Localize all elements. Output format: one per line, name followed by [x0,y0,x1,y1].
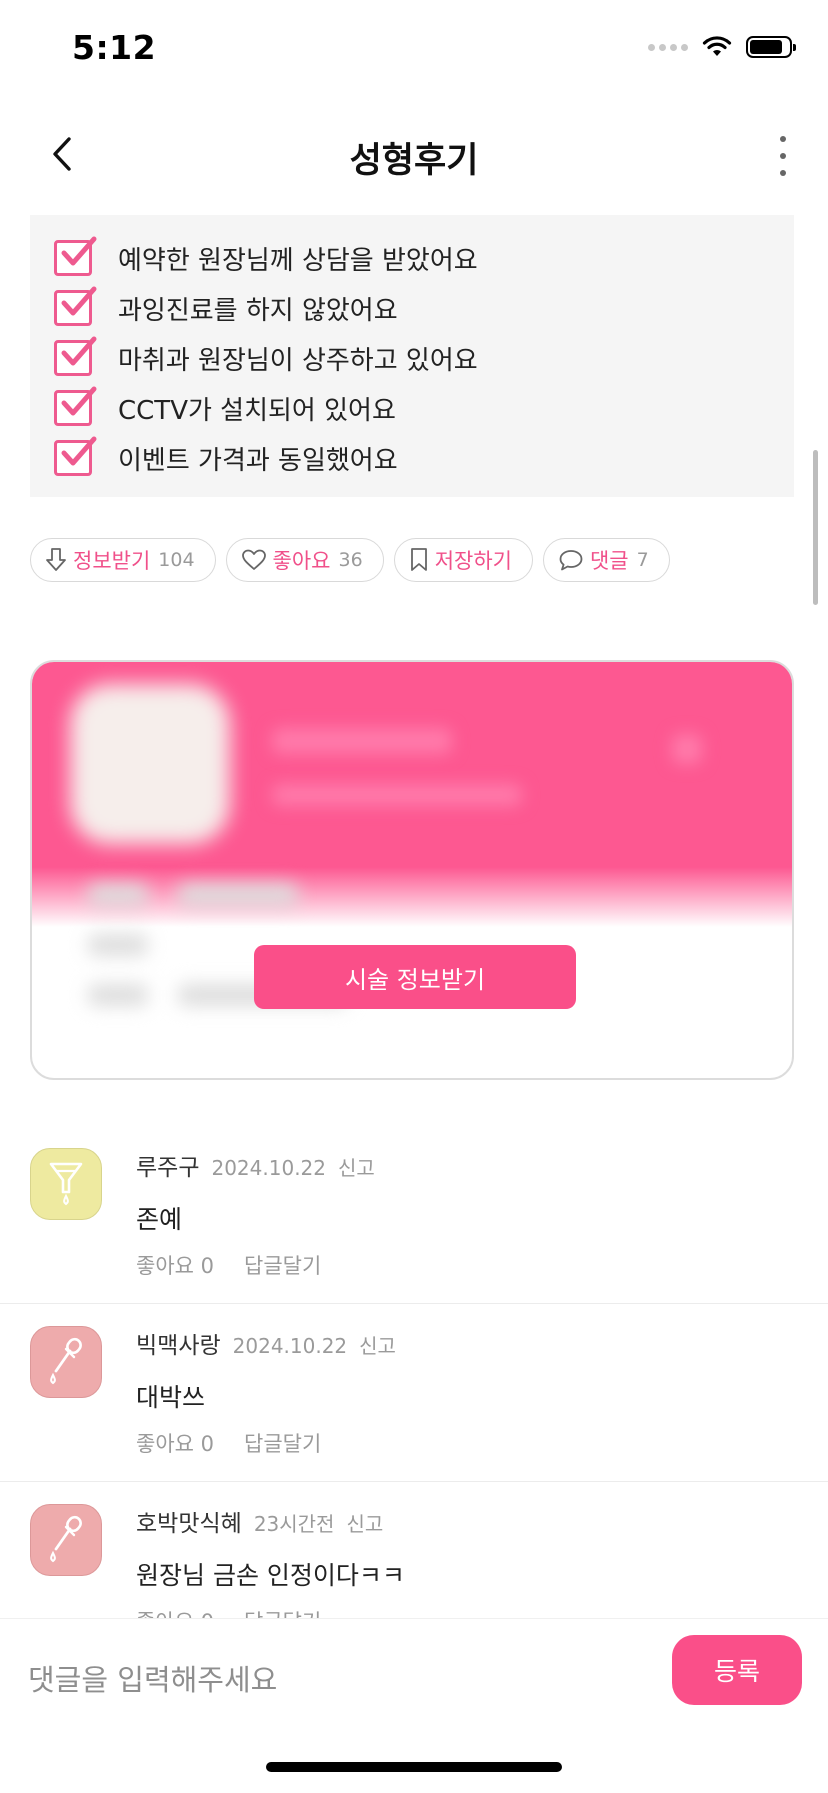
top-nav: 성형후기 [0,110,828,200]
download-icon [46,548,66,571]
commenter-avatar[interactable] [30,1148,102,1220]
page-title: 성형후기 [349,141,479,181]
comment-like-button[interactable]: 좋아요 0 [136,1254,214,1278]
checkbox-checked-icon [54,236,97,276]
comment-author[interactable]: 루주구 [136,1148,199,1182]
checklist-item: 예약한 원장님께 상담을 받았어요 [54,233,794,283]
review-checklist: 예약한 원장님께 상담을 받았어요 과잉진료를 하지 않았어요 마취과 원장님이… [30,215,794,497]
comment-actions: 좋아요 0 답글달기 [136,1428,321,1458]
checklist-item: 이벤트 가격과 동일했어요 [54,433,794,483]
info-request-count: 104 [158,549,195,571]
submit-comment-button[interactable]: 등록 [672,1635,802,1705]
status-icons [648,36,796,58]
more-options-button[interactable] [768,134,798,178]
info-request-label: 정보받기 [73,549,151,573]
blurred-text [88,934,148,956]
checkbox-checked-icon [54,436,97,476]
procedure-promo-card: 시술 정보받기 [30,660,794,1080]
comment-text: 원장님 금손 인정이다ㅋㅋ [136,1561,405,1590]
save-chip[interactable]: 저장하기 [393,538,533,582]
comment-chip[interactable]: 댓글 7 [542,538,670,582]
checkbox-checked-icon [54,286,97,326]
checklist-item: 마취과 원장님이 상주하고 있어요 [54,333,794,383]
checklist-label: 마취과 원장님이 상주하고 있어요 [118,345,478,376]
commenter-avatar[interactable] [30,1504,102,1576]
like-count: 36 [338,549,363,571]
more-dot-icon [780,170,786,176]
more-dot-icon [780,153,786,159]
wifi-icon [702,36,732,56]
comment-text: 대박쓰 [136,1383,206,1412]
funnel-icon [49,1162,83,1206]
checkbox-checked-icon [54,336,97,376]
scrollbar[interactable] [813,450,818,605]
dropper-icon [50,1515,82,1563]
home-indicator[interactable] [266,1762,562,1772]
like-chip[interactable]: 좋아요 36 [225,538,384,582]
comment-meta: 루주구 2024.10.22 신고 [136,1148,375,1182]
report-link[interactable]: 신고 [338,1152,375,1181]
report-link[interactable]: 신고 [346,1508,383,1537]
comment-date: 2024.10.22 [232,1334,348,1358]
speech-bubble-icon [559,550,583,571]
status-bar: 5:12 [0,0,828,100]
comment-date: 2024.10.22 [211,1156,326,1180]
comment-meta: 호박맛식혜 23시간전 신고 [136,1504,383,1538]
comment-item: 빅맥사랑 2024.10.22 신고 대박쓰 좋아요 0 답글달기 [0,1326,828,1482]
comment-date: 23시간전 [253,1512,335,1536]
blurred-text [88,984,148,1006]
comment-author[interactable]: 빅맥사랑 [136,1326,221,1360]
like-label: 좋아요 [272,549,331,573]
cellular-signal-icon [648,43,688,51]
blurred-text [272,784,522,806]
commenter-avatar[interactable] [30,1326,102,1398]
report-link[interactable]: 신고 [359,1330,396,1359]
checkbox-checked-icon [54,386,97,426]
comment-author[interactable]: 호박맛식혜 [136,1504,242,1538]
more-dot-icon [780,136,786,142]
status-time: 5:12 [72,28,157,67]
info-request-chip[interactable]: 정보받기 104 [30,538,216,582]
checklist-label: 예약한 원장님께 상담을 받았어요 [118,245,478,276]
checklist-item: 과잉진료를 하지 않았어요 [54,283,794,333]
comment-meta: 빅맥사랑 2024.10.22 신고 [136,1326,396,1360]
comment-label: 댓글 [589,549,629,573]
bookmark-icon [410,548,427,571]
checklist-label: 과잉진료를 하지 않았어요 [118,295,398,326]
dropper-icon [50,1337,82,1385]
comment-count: 7 [636,549,649,571]
reply-button[interactable]: 답글달기 [244,1254,321,1278]
comment-like-button[interactable]: 좋아요 0 [136,1432,214,1456]
battery-icon [746,36,796,58]
blurred-text [178,884,298,906]
procedure-info-button[interactable]: 시술 정보받기 [254,945,576,1009]
blurred-text [272,728,452,754]
heart-icon [241,549,266,570]
comment-item: 루주구 2024.10.22 신고 존예 좋아요 0 답글달기 [0,1148,828,1304]
comment-input[interactable] [26,1649,630,1711]
action-chips: 정보받기 104 좋아요 36 저장하기 댓글 7 [30,538,670,582]
reply-button[interactable]: 답글달기 [244,1432,321,1456]
comment-actions: 좋아요 0 답글달기 [136,1250,321,1280]
blurred-text [88,884,148,906]
save-label: 저장하기 [434,549,512,573]
checklist-label: CCTV가 설치되어 있어요 [118,395,396,426]
comment-text: 존예 [136,1205,183,1234]
checklist-item: CCTV가 설치되어 있어요 [54,383,794,433]
checklist-label: 이벤트 가격과 동일했어요 [118,445,398,476]
blurred-text [672,734,702,764]
blurred-clinic-image [70,684,230,844]
